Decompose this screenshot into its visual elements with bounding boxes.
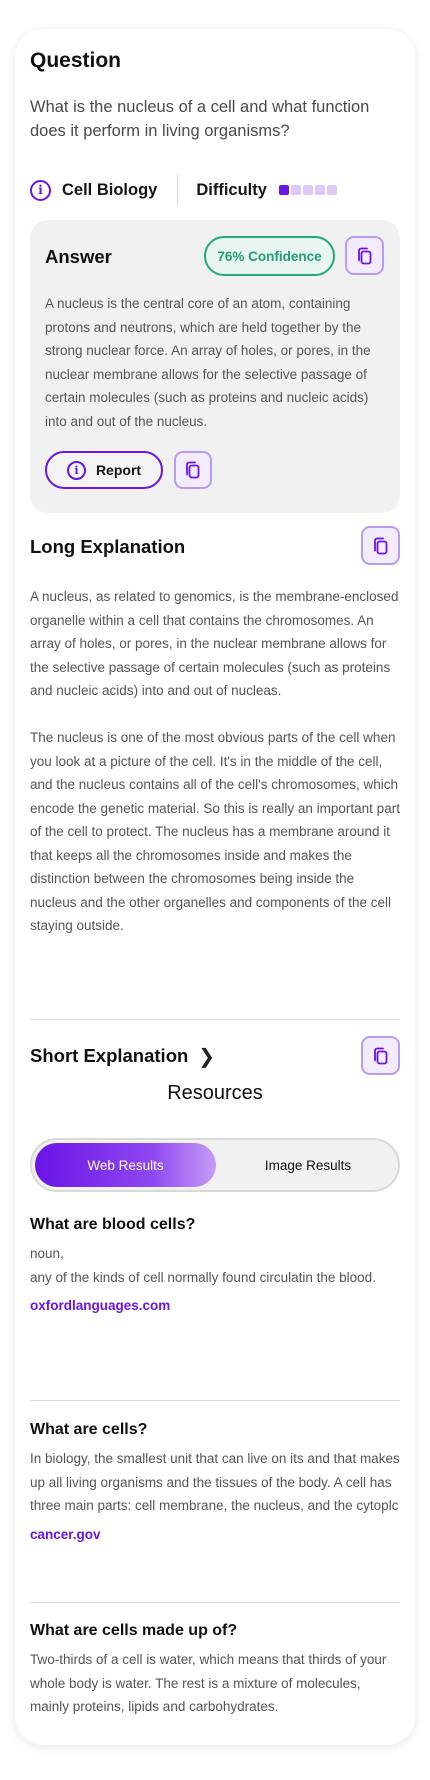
result-item: What are cells made up of? Two-thirds of… (30, 1622, 400, 1719)
result-divider (30, 1400, 400, 1401)
difficulty-dot (278, 185, 289, 195)
confidence-badge: 76% Confidence (204, 236, 335, 276)
long-explanation-paragraph: A nucleus, as related to genomics, is th… (30, 589, 399, 698)
copy-icon (373, 1047, 387, 1064)
difficulty-dot (326, 185, 337, 195)
long-explanation-text: A nucleus, as related to genomics, is th… (30, 585, 400, 938)
copy-icon (186, 461, 200, 479)
result-title[interactable]: What are cells made up of? (30, 1622, 400, 1640)
difficulty-label: Difficulty (196, 180, 267, 199)
meta-divider (177, 174, 179, 206)
chevron-right-icon: ❯ (198, 1044, 216, 1068)
info-icon: i (66, 460, 86, 480)
copy-icon (373, 537, 387, 554)
result-divider (30, 1602, 400, 1603)
question-meta: i Cell Biology Difficulty (30, 172, 400, 208)
short-explanation-heading: Short Explanation (30, 1045, 189, 1066)
question-card: Question What is the nucleus of a cell a… (15, 29, 415, 1745)
section-divider (30, 1019, 400, 1020)
question-text: What is the nucleus of a cell and what f… (30, 98, 370, 140)
result-snippet: In biology, the smallest unit that can l… (30, 1451, 400, 1513)
answer-heading: Answer (45, 246, 112, 267)
result-item: What are cells? In biology, the smallest… (30, 1421, 400, 1544)
result-title[interactable]: What are cells? (30, 1421, 400, 1439)
question-heading: Question (30, 49, 122, 72)
resources-heading: Resources (167, 1082, 263, 1104)
report-button[interactable]: i Report (45, 451, 163, 489)
result-snippet: Two-thirds of a cell is water, which mea… (30, 1652, 387, 1714)
report-label: Report (95, 462, 142, 478)
result-title[interactable]: What are blood cells? (30, 1216, 400, 1234)
result-snippet: noun, any of the kinds of cell normally … (30, 1246, 376, 1285)
copy-answer-button[interactable] (345, 236, 384, 275)
answer-text: A nucleus is the central core of an atom… (45, 296, 371, 429)
tab-web-results[interactable]: Web Results (35, 1143, 216, 1187)
difficulty-dot (314, 185, 325, 195)
copy-icon (357, 247, 371, 264)
copy-button[interactable] (174, 451, 212, 489)
result-item: What are blood cells? noun, any of the k… (30, 1216, 400, 1315)
info-icon[interactable]: i (30, 179, 51, 201)
result-source-link[interactable]: cancer.gov (30, 1527, 101, 1542)
results-tab-switch: Web Results Image Results (30, 1138, 400, 1192)
answer-panel: Answer 76% Confidence A nucleus is the c… (30, 220, 400, 513)
short-explanation-toggle[interactable]: Short Explanation ❯ (30, 1041, 215, 1071)
copy-short-explanation-button[interactable] (361, 1036, 400, 1075)
difficulty-meter (278, 185, 337, 195)
long-explanation-paragraph: The nucleus is one of the most obvious p… (30, 730, 400, 933)
subject-label: Cell Biology (62, 180, 158, 199)
tab-image-results[interactable]: Image Results (219, 1143, 397, 1187)
long-explanation-heading: Long Explanation (30, 536, 186, 557)
result-source-link[interactable]: oxfordlanguages.com (30, 1298, 170, 1313)
difficulty-dot (290, 185, 301, 195)
difficulty-dot (302, 185, 313, 195)
copy-long-explanation-button[interactable] (361, 526, 400, 565)
